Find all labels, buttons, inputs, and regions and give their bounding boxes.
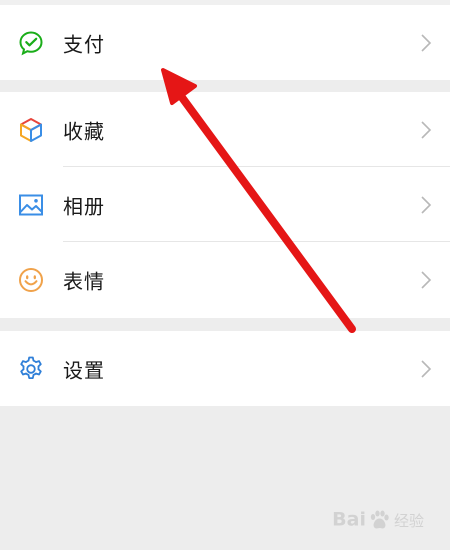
menu-group-content: 收藏 相册 表情 [0, 92, 450, 318]
menu-item-stickers[interactable]: 表情 [0, 242, 450, 317]
menu-item-album-label: 相册 [63, 194, 105, 218]
smiley-icon [17, 266, 45, 294]
paw-icon [367, 508, 391, 532]
gear-icon [17, 355, 45, 383]
menu-group-settings: 设置 [0, 331, 450, 406]
chevron-right-icon [420, 359, 432, 379]
menu-item-stickers-label: 表情 [63, 269, 105, 293]
menu-item-favorites-label: 收藏 [63, 119, 105, 143]
menu-group-pay: 支付 [0, 5, 450, 80]
wechat-pay-icon [17, 29, 45, 57]
cube-icon [17, 116, 45, 144]
chevron-right-icon [420, 270, 432, 290]
menu-item-settings[interactable]: 设置 [0, 331, 450, 406]
menu-item-pay-label: 支付 [63, 32, 105, 56]
chevron-right-icon [420, 120, 432, 140]
menu-item-favorites[interactable]: 收藏 [0, 92, 450, 167]
menu-item-settings-label: 设置 [63, 358, 105, 382]
watermark: Bai 经验 [332, 508, 424, 532]
picture-icon [17, 191, 45, 219]
watermark-brand-right: 经验 [393, 511, 424, 530]
watermark-brand-left: Bai [332, 508, 366, 531]
menu-item-album[interactable]: 相册 [0, 167, 450, 242]
chevron-right-icon [420, 195, 432, 215]
menu-item-pay[interactable]: 支付 [0, 5, 450, 80]
chevron-right-icon [420, 33, 432, 53]
